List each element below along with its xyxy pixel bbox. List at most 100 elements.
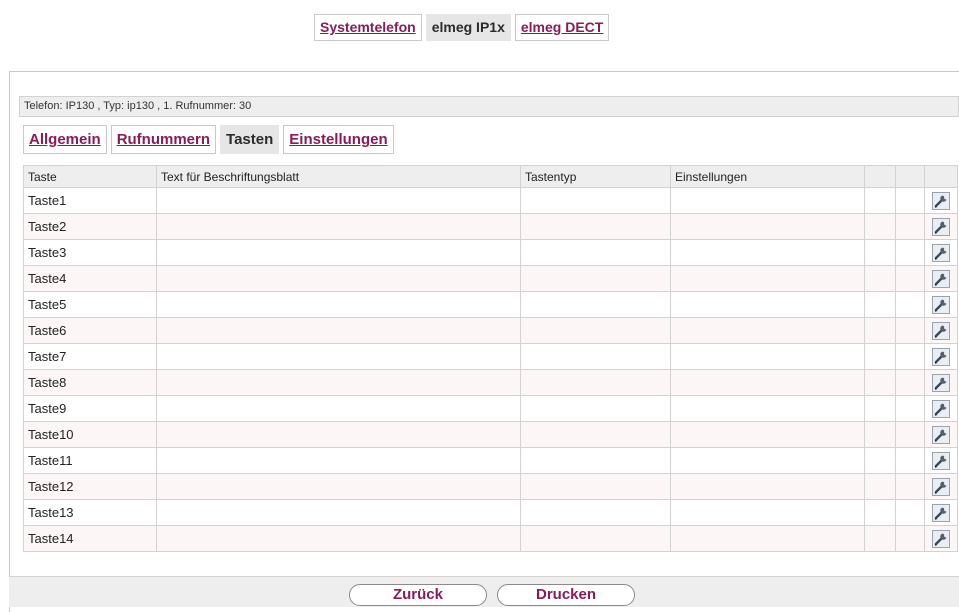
back-button[interactable]: Zurück <box>349 584 487 606</box>
empty-cell <box>864 395 896 422</box>
empty-cell <box>520 239 671 266</box>
wrench-edit-icon[interactable] <box>932 217 950 236</box>
empty-cell <box>864 265 896 292</box>
edit-cell <box>924 473 958 500</box>
empty-cell <box>895 317 925 344</box>
empty-cell <box>895 239 925 266</box>
empty-cell <box>864 447 896 474</box>
empty-cell <box>670 447 865 474</box>
empty-cell <box>670 395 865 422</box>
wrench-edit-icon[interactable] <box>932 373 950 392</box>
wrench-edit-icon[interactable] <box>932 451 950 470</box>
edit-cell <box>924 291 958 318</box>
edit-cell <box>924 395 958 422</box>
table-row: Taste14 <box>23 525 958 552</box>
empty-cell <box>670 525 865 552</box>
empty-cell <box>670 369 865 396</box>
column-header-blank-1 <box>864 165 896 188</box>
empty-cell <box>895 499 925 526</box>
tab-elmeg-dect[interactable]: elmeg DECT <box>514 14 610 41</box>
edit-cell <box>924 499 958 526</box>
tab-einstellungen[interactable]: Einstellungen <box>283 125 394 154</box>
edit-cell <box>924 187 958 214</box>
print-button[interactable]: Drucken <box>497 584 635 606</box>
table-row: Taste11 <box>23 447 958 474</box>
empty-cell <box>895 187 925 214</box>
wrench-edit-icon[interactable] <box>932 425 950 444</box>
table-row: Taste4 <box>23 265 958 292</box>
column-header-blank-2 <box>895 165 925 188</box>
empty-cell <box>520 421 671 448</box>
edit-cell <box>924 213 958 240</box>
table-row: Taste1 <box>23 187 958 214</box>
tab-elmeg-ip1x[interactable]: elmeg IP1x <box>425 14 511 41</box>
wrench-edit-icon[interactable] <box>932 529 950 548</box>
empty-cell <box>156 291 521 318</box>
empty-cell <box>670 213 865 240</box>
empty-cell <box>156 187 521 214</box>
key-name-cell: Taste13 <box>23 499 157 526</box>
empty-cell <box>864 213 896 240</box>
wrench-edit-icon[interactable] <box>932 477 950 496</box>
wrench-edit-icon[interactable] <box>932 347 950 366</box>
key-name-cell: Taste9 <box>23 395 157 422</box>
empty-cell <box>156 447 521 474</box>
empty-cell <box>156 239 521 266</box>
wrench-edit-icon[interactable] <box>932 269 950 288</box>
empty-cell <box>520 525 671 552</box>
key-name-cell: Taste12 <box>23 473 157 500</box>
empty-cell <box>670 187 865 214</box>
empty-cell <box>864 317 896 344</box>
top-tabs: Systemtelefon elmeg IP1x elmeg DECT <box>314 14 610 41</box>
empty-cell <box>895 265 925 292</box>
wrench-edit-icon[interactable] <box>932 191 950 210</box>
wrench-edit-icon[interactable] <box>932 321 950 340</box>
sub-tabs: Allgemein Rufnummern Tasten Einstellunge… <box>23 125 394 154</box>
empty-cell <box>670 473 865 500</box>
keys-table: Taste Text für Beschriftungsblatt Tasten… <box>23 165 958 552</box>
column-header-blank-3 <box>924 165 958 188</box>
column-header-einstellungen: Einstellungen <box>670 165 865 188</box>
key-name-cell: Taste8 <box>23 369 157 396</box>
empty-cell <box>895 291 925 318</box>
empty-cell <box>156 265 521 292</box>
empty-cell <box>520 499 671 526</box>
column-header-tastentyp: Tastentyp <box>520 165 671 188</box>
table-row: Taste3 <box>23 239 958 266</box>
tab-allgemein[interactable]: Allgemein <box>23 125 107 154</box>
wrench-edit-icon[interactable] <box>932 243 950 262</box>
empty-cell <box>156 369 521 396</box>
empty-cell <box>520 447 671 474</box>
empty-cell <box>156 317 521 344</box>
wrench-edit-icon[interactable] <box>932 503 950 522</box>
empty-cell <box>895 525 925 552</box>
empty-cell <box>864 291 896 318</box>
edit-cell <box>924 265 958 292</box>
bottom-bar: Zurück Drucken <box>9 576 959 607</box>
empty-cell <box>895 447 925 474</box>
key-name-cell: Taste6 <box>23 317 157 344</box>
key-name-cell: Taste4 <box>23 265 157 292</box>
tab-tasten[interactable]: Tasten <box>220 125 280 154</box>
edit-cell <box>924 317 958 344</box>
empty-cell <box>520 213 671 240</box>
empty-cell <box>520 187 671 214</box>
edit-cell <box>924 369 958 396</box>
empty-cell <box>520 369 671 396</box>
wrench-edit-icon[interactable] <box>932 295 950 314</box>
edit-cell <box>924 525 958 552</box>
empty-cell <box>520 291 671 318</box>
empty-cell <box>895 343 925 370</box>
empty-cell <box>156 525 521 552</box>
empty-cell <box>864 239 896 266</box>
empty-cell <box>895 213 925 240</box>
edit-cell <box>924 343 958 370</box>
empty-cell <box>156 421 521 448</box>
wrench-edit-icon[interactable] <box>932 399 950 418</box>
empty-cell <box>520 317 671 344</box>
tab-rufnummern[interactable]: Rufnummern <box>110 125 217 154</box>
tab-systemtelefon[interactable]: Systemtelefon <box>314 14 422 41</box>
empty-cell <box>670 421 865 448</box>
column-header-taste: Taste <box>23 165 157 188</box>
column-header-text: Text für Beschriftungsblatt <box>156 165 521 188</box>
